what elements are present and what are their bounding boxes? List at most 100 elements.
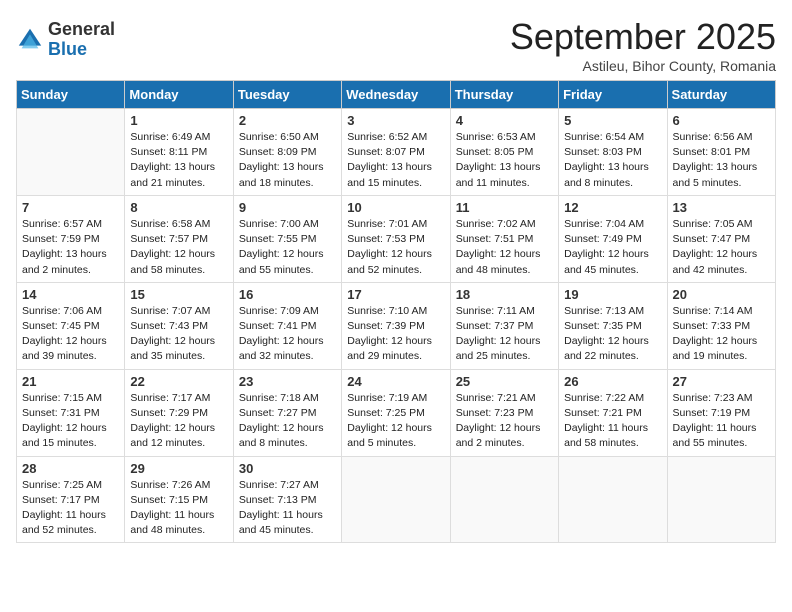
calendar-cell: [17, 109, 125, 196]
location-subtitle: Astileu, Bihor County, Romania: [510, 58, 776, 74]
day-number: 3: [347, 113, 444, 128]
calendar-cell: 24 Sunrise: 7:19 AM Sunset: 7:25 PM Dayli…: [342, 369, 450, 456]
day-info: Sunrise: 6:53 AM Sunset: 8:05 PM Dayligh…: [456, 130, 553, 191]
logo-general: General: [48, 20, 115, 40]
calendar-cell: 22 Sunrise: 7:17 AM Sunset: 7:29 PM Dayli…: [125, 369, 233, 456]
calendar-cell: [342, 456, 450, 543]
month-title: September 2025: [510, 16, 776, 58]
day-number: 13: [673, 200, 770, 215]
day-info: Sunrise: 7:27 AM Sunset: 7:13 PM Dayligh…: [239, 478, 336, 539]
day-info: Sunrise: 7:15 AM Sunset: 7:31 PM Dayligh…: [22, 391, 119, 452]
calendar-cell: 4 Sunrise: 6:53 AM Sunset: 8:05 PM Daylig…: [450, 109, 558, 196]
calendar-cell: 12 Sunrise: 7:04 AM Sunset: 7:49 PM Dayli…: [559, 195, 667, 282]
day-header-monday: Monday: [125, 81, 233, 109]
day-info: Sunrise: 7:01 AM Sunset: 7:53 PM Dayligh…: [347, 217, 444, 278]
calendar-cell: 7 Sunrise: 6:57 AM Sunset: 7:59 PM Daylig…: [17, 195, 125, 282]
calendar-cell: 30 Sunrise: 7:27 AM Sunset: 7:13 PM Dayli…: [233, 456, 341, 543]
calendar-cell: 21Sunrise: 7:15 AM Sunset: 7:31 PM Dayli…: [17, 369, 125, 456]
day-header-sunday: Sunday: [17, 81, 125, 109]
day-number: 7: [22, 200, 119, 215]
calendar-cell: 23 Sunrise: 7:18 AM Sunset: 7:27 PM Dayli…: [233, 369, 341, 456]
day-info: Sunrise: 6:56 AM Sunset: 8:01 PM Dayligh…: [673, 130, 770, 191]
day-info: Sunrise: 7:18 AM Sunset: 7:27 PM Dayligh…: [239, 391, 336, 452]
day-number: 20: [673, 287, 770, 302]
calendar-cell: 6 Sunrise: 6:56 AM Sunset: 8:01 PM Daylig…: [667, 109, 775, 196]
logo: General Blue: [16, 20, 115, 60]
logo-text: General Blue: [48, 20, 115, 60]
calendar-cell: 9 Sunrise: 7:00 AM Sunset: 7:55 PM Daylig…: [233, 195, 341, 282]
day-header-saturday: Saturday: [667, 81, 775, 109]
calendar-cell: 26 Sunrise: 7:22 AM Sunset: 7:21 PM Dayli…: [559, 369, 667, 456]
day-number: 14: [22, 287, 119, 302]
logo-icon: [16, 26, 44, 54]
day-info: Sunrise: 6:50 AM Sunset: 8:09 PM Dayligh…: [239, 130, 336, 191]
day-number: 12: [564, 200, 661, 215]
day-info: Sunrise: 7:14 AM Sunset: 7:33 PM Dayligh…: [673, 304, 770, 365]
day-info: Sunrise: 7:13 AM Sunset: 7:35 PM Dayligh…: [564, 304, 661, 365]
day-info: Sunrise: 6:58 AM Sunset: 7:57 PM Dayligh…: [130, 217, 227, 278]
calendar-cell: 15Sunrise: 7:07 AM Sunset: 7:43 PM Dayli…: [125, 282, 233, 369]
calendar-cell: 13 Sunrise: 7:05 AM Sunset: 7:47 PM Dayli…: [667, 195, 775, 282]
day-info: Sunrise: 7:11 AM Sunset: 7:37 PM Dayligh…: [456, 304, 553, 365]
day-info: Sunrise: 7:22 AM Sunset: 7:21 PM Dayligh…: [564, 391, 661, 452]
day-number: 23: [239, 374, 336, 389]
calendar-cell: 29Sunrise: 7:26 AM Sunset: 7:15 PM Dayli…: [125, 456, 233, 543]
day-info: Sunrise: 6:49 AM Sunset: 8:11 PM Dayligh…: [130, 130, 227, 191]
week-row-3: 14 Sunrise: 7:06 AM Sunset: 7:45 PM Dayli…: [17, 282, 776, 369]
day-info: Sunrise: 7:10 AM Sunset: 7:39 PM Dayligh…: [347, 304, 444, 365]
day-header-tuesday: Tuesday: [233, 81, 341, 109]
day-number: 5: [564, 113, 661, 128]
day-number: 15: [130, 287, 227, 302]
day-number: 19: [564, 287, 661, 302]
calendar-cell: 18Sunrise: 7:11 AM Sunset: 7:37 PM Dayli…: [450, 282, 558, 369]
logo-blue: Blue: [48, 40, 115, 60]
day-number: 25: [456, 374, 553, 389]
week-row-2: 7 Sunrise: 6:57 AM Sunset: 7:59 PM Daylig…: [17, 195, 776, 282]
calendar-table: SundayMondayTuesdayWednesdayThursdayFrid…: [16, 80, 776, 543]
day-info: Sunrise: 6:52 AM Sunset: 8:07 PM Dayligh…: [347, 130, 444, 191]
day-info: Sunrise: 6:54 AM Sunset: 8:03 PM Dayligh…: [564, 130, 661, 191]
day-number: 22: [130, 374, 227, 389]
day-info: Sunrise: 6:57 AM Sunset: 7:59 PM Dayligh…: [22, 217, 119, 278]
day-info: Sunrise: 7:05 AM Sunset: 7:47 PM Dayligh…: [673, 217, 770, 278]
day-number: 6: [673, 113, 770, 128]
title-area: September 2025 Astileu, Bihor County, Ro…: [510, 16, 776, 74]
calendar-body: 1Sunrise: 6:49 AM Sunset: 8:11 PM Daylig…: [17, 109, 776, 543]
day-info: Sunrise: 7:25 AM Sunset: 7:17 PM Dayligh…: [22, 478, 119, 539]
header-row: SundayMondayTuesdayWednesdayThursdayFrid…: [17, 81, 776, 109]
day-number: 16: [239, 287, 336, 302]
day-info: Sunrise: 7:17 AM Sunset: 7:29 PM Dayligh…: [130, 391, 227, 452]
calendar-cell: [559, 456, 667, 543]
calendar-cell: 20 Sunrise: 7:14 AM Sunset: 7:33 PM Dayli…: [667, 282, 775, 369]
day-info: Sunrise: 7:26 AM Sunset: 7:15 PM Dayligh…: [130, 478, 227, 539]
day-number: 28: [22, 461, 119, 476]
day-info: Sunrise: 7:04 AM Sunset: 7:49 PM Dayligh…: [564, 217, 661, 278]
day-header-thursday: Thursday: [450, 81, 558, 109]
calendar-cell: 5 Sunrise: 6:54 AM Sunset: 8:03 PM Daylig…: [559, 109, 667, 196]
day-number: 26: [564, 374, 661, 389]
day-info: Sunrise: 7:02 AM Sunset: 7:51 PM Dayligh…: [456, 217, 553, 278]
day-number: 9: [239, 200, 336, 215]
week-row-4: 21Sunrise: 7:15 AM Sunset: 7:31 PM Dayli…: [17, 369, 776, 456]
day-number: 2: [239, 113, 336, 128]
day-info: Sunrise: 7:23 AM Sunset: 7:19 PM Dayligh…: [673, 391, 770, 452]
day-number: 4: [456, 113, 553, 128]
day-info: Sunrise: 7:06 AM Sunset: 7:45 PM Dayligh…: [22, 304, 119, 365]
day-number: 10: [347, 200, 444, 215]
day-number: 30: [239, 461, 336, 476]
day-number: 24: [347, 374, 444, 389]
day-header-friday: Friday: [559, 81, 667, 109]
day-info: Sunrise: 7:00 AM Sunset: 7:55 PM Dayligh…: [239, 217, 336, 278]
calendar-cell: 19 Sunrise: 7:13 AM Sunset: 7:35 PM Dayli…: [559, 282, 667, 369]
day-info: Sunrise: 7:09 AM Sunset: 7:41 PM Dayligh…: [239, 304, 336, 365]
calendar-cell: 10 Sunrise: 7:01 AM Sunset: 7:53 PM Dayli…: [342, 195, 450, 282]
calendar-cell: 11 Sunrise: 7:02 AM Sunset: 7:51 PM Dayli…: [450, 195, 558, 282]
day-number: 11: [456, 200, 553, 215]
day-header-wednesday: Wednesday: [342, 81, 450, 109]
calendar-cell: 1Sunrise: 6:49 AM Sunset: 8:11 PM Daylig…: [125, 109, 233, 196]
page-header: General Blue September 2025 Astileu, Bih…: [16, 16, 776, 74]
day-info: Sunrise: 7:19 AM Sunset: 7:25 PM Dayligh…: [347, 391, 444, 452]
calendar-cell: 8Sunrise: 6:58 AM Sunset: 7:57 PM Daylig…: [125, 195, 233, 282]
day-number: 27: [673, 374, 770, 389]
calendar-cell: 14 Sunrise: 7:06 AM Sunset: 7:45 PM Dayli…: [17, 282, 125, 369]
